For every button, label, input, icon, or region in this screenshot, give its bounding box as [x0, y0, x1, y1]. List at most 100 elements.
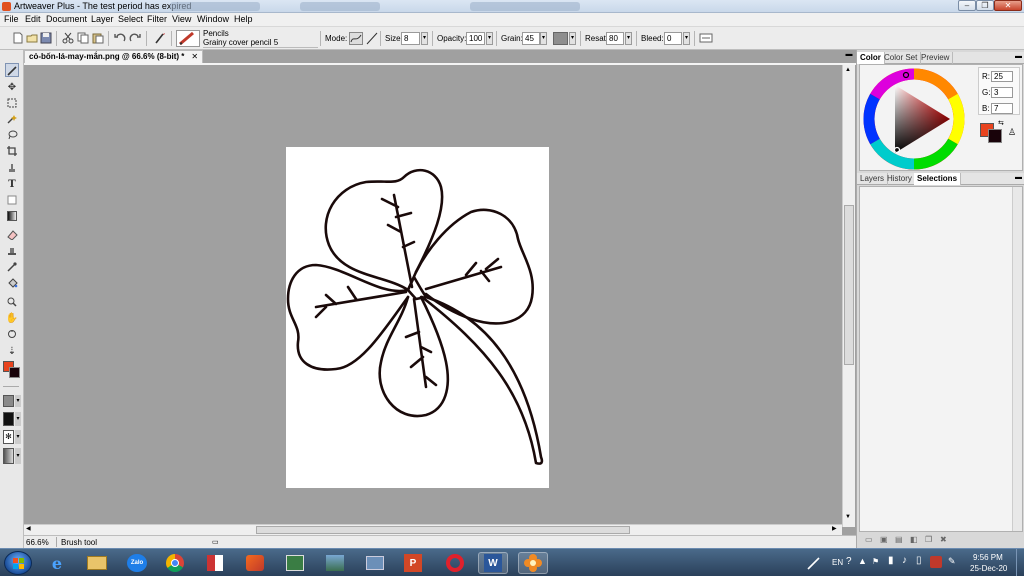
r-value-input[interactable]: 25 — [991, 71, 1013, 82]
maximize-button[interactable]: ❐ — [976, 0, 994, 11]
grain-texture-swatch[interactable] — [553, 32, 568, 45]
brush-preset-selector[interactable] — [176, 30, 200, 47]
image-canvas[interactable] — [286, 147, 549, 488]
clock-date[interactable]: 25-Dec-20 — [970, 564, 1007, 573]
swap-colors-icon[interactable]: ⇆ — [998, 119, 1004, 127]
new-document-icon[interactable] — [12, 32, 24, 44]
rectangle-select-icon[interactable] — [5, 96, 19, 110]
b-value-input[interactable]: 7 — [991, 103, 1013, 114]
text-tool-icon[interactable]: T — [5, 177, 19, 191]
pen-tablet-tray-icon[interactable] — [806, 555, 822, 571]
show-hidden-icons[interactable]: ▲ — [858, 556, 867, 566]
shape-tool-icon[interactable] — [5, 193, 19, 207]
pattern-swatch[interactable] — [3, 412, 14, 426]
opera-icon[interactable] — [440, 552, 470, 574]
eyedropper-icon[interactable] — [5, 260, 19, 274]
paint-app-icon[interactable] — [240, 552, 270, 574]
redo-icon[interactable] — [129, 32, 141, 44]
chrome-icon[interactable] — [160, 552, 190, 574]
selections-scrollbar[interactable] — [1012, 187, 1022, 531]
brush-tool-icon[interactable] — [154, 32, 166, 44]
stamp-icon[interactable] — [5, 244, 19, 258]
vertical-scroll-thumb[interactable] — [844, 205, 854, 365]
network-app-icon[interactable] — [360, 552, 390, 574]
menu-window[interactable]: Window — [197, 14, 229, 24]
brush-settings-icon[interactable] — [699, 32, 713, 44]
gradient-swatch[interactable] — [3, 448, 14, 464]
paper-texture-swatch[interactable] — [3, 395, 14, 407]
unikey-tray-icon[interactable]: ✎ — [948, 556, 956, 567]
battery-icon[interactable]: ▯ — [916, 555, 922, 566]
opacity-dropdown-button[interactable]: ▾ — [486, 32, 493, 45]
clone-stamp-icon[interactable] — [5, 161, 19, 175]
artweaver-taskbar-icon[interactable] — [518, 552, 548, 574]
brush-shape-swatch[interactable]: ✻ — [3, 430, 14, 444]
undo-icon[interactable] — [114, 32, 126, 44]
status-menu-icon[interactable]: ▭ — [212, 538, 222, 546]
antivirus-tray-icon[interactable] — [930, 556, 942, 568]
load-selection-icon[interactable]: ▤ — [895, 535, 903, 544]
delete-selection-icon[interactable]: ✖ — [940, 535, 947, 544]
zalo-icon[interactable]: Zalo — [122, 552, 152, 574]
lasso-icon[interactable] — [5, 128, 19, 142]
language-indicator[interactable]: EN — [832, 558, 843, 567]
menu-layer[interactable]: Layer — [91, 14, 114, 24]
move-tool-icon[interactable]: ✥ — [5, 80, 19, 94]
panel-background-swatch[interactable] — [988, 129, 1002, 143]
powerpoint-icon[interactable]: P — [398, 552, 428, 574]
photo-app-icon[interactable] — [320, 552, 350, 574]
color-wheel[interactable] — [862, 67, 966, 171]
size-dropdown-button[interactable]: ▾ — [421, 32, 428, 45]
eraser-icon[interactable] — [5, 228, 19, 242]
gradient-dropdown[interactable]: ▾ — [15, 448, 21, 464]
resat-input[interactable]: 80 — [606, 32, 624, 45]
scroll-right-arrow[interactable]: ▶ — [832, 525, 837, 532]
save-selection-icon[interactable]: ▣ — [880, 535, 888, 544]
close-window-button[interactable]: ✕ — [994, 0, 1022, 11]
tab-preview[interactable]: Preview — [918, 52, 954, 64]
file-explorer-icon[interactable] — [82, 552, 112, 574]
clock-time[interactable]: 9:56 PM — [973, 553, 1003, 562]
background-color-swatch[interactable] — [9, 367, 20, 378]
cut-icon[interactable] — [62, 32, 74, 44]
document-tab[interactable]: cỏ-bốn-lá-may-mắn.png @ 66.6% (8-bit) * ✕ — [24, 50, 204, 63]
minimize-button[interactable]: – — [958, 0, 976, 11]
grain-input[interactable]: 45 — [522, 32, 540, 45]
menu-file[interactable]: File — [4, 14, 19, 24]
bleed-dropdown-button[interactable]: ▾ — [683, 32, 690, 45]
zoom-icon[interactable] — [5, 295, 19, 309]
paste-icon[interactable] — [92, 32, 104, 44]
open-folder-icon[interactable] — [26, 32, 38, 44]
save-icon[interactable] — [40, 32, 52, 44]
resat-dropdown-button[interactable]: ▾ — [625, 32, 632, 45]
hand-icon[interactable]: ✋ — [5, 311, 19, 325]
network-signal-icon[interactable]: ▮ — [888, 555, 894, 566]
media-app-icon[interactable] — [280, 552, 310, 574]
menu-edit[interactable]: Edit — [25, 14, 41, 24]
scroll-up-arrow[interactable]: ▲ — [845, 67, 851, 73]
color-panel-menu-icon[interactable]: ▬ — [1015, 53, 1022, 60]
brush-tool-icon[interactable] — [5, 63, 19, 77]
horizontal-scrollbar[interactable]: ◀ ▶ — [24, 524, 842, 535]
menu-view[interactable]: View — [172, 14, 191, 24]
color-picker-icon[interactable]: ♙ — [1008, 127, 1016, 138]
volume-icon[interactable]: ♪ — [902, 555, 907, 566]
grain-dropdown-button[interactable]: ▾ — [540, 32, 547, 45]
panel-menu-icon[interactable]: ▬ — [844, 51, 854, 61]
word-icon[interactable]: W — [478, 552, 508, 574]
pattern-dropdown[interactable]: ▾ — [15, 412, 21, 426]
paper-dropdown[interactable]: ▾ — [15, 395, 21, 407]
tab-color-set[interactable]: Color Set — [881, 52, 922, 64]
menu-filter[interactable]: Filter — [147, 14, 167, 24]
crop-icon[interactable] — [5, 144, 19, 158]
tab-selections[interactable]: Selections — [914, 173, 962, 185]
grain-texture-dropdown[interactable]: ▾ — [569, 32, 576, 45]
vertical-scrollbar[interactable]: ▲ ▼ — [842, 65, 855, 527]
brush-shape-dropdown[interactable]: ▾ — [15, 430, 21, 444]
straight-line-mode-icon[interactable] — [366, 32, 378, 45]
menu-help[interactable]: Help — [234, 14, 253, 24]
rotate-view-icon[interactable] — [5, 327, 19, 341]
app-grid-icon[interactable] — [200, 552, 230, 574]
magic-wand-icon[interactable] — [5, 112, 19, 126]
invert-selection-icon[interactable]: ◧ — [910, 535, 918, 544]
